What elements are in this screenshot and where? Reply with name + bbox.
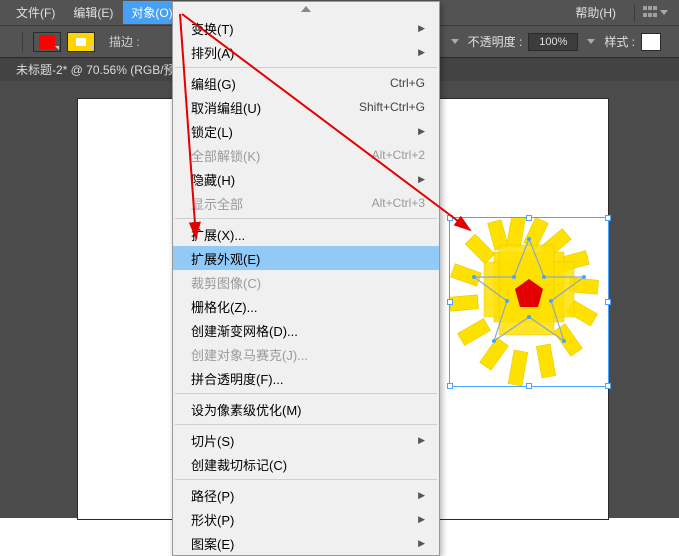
menu-path[interactable]: 路径(P) bbox=[173, 483, 439, 507]
menu-arrange[interactable]: 排列(A) bbox=[173, 40, 439, 64]
fill-swatch[interactable] bbox=[33, 32, 61, 52]
separator bbox=[175, 67, 437, 68]
arrow-up-icon bbox=[301, 6, 311, 12]
workspace-grid-icon[interactable] bbox=[643, 6, 657, 20]
separator bbox=[175, 393, 437, 394]
chevron-down-icon bbox=[660, 10, 668, 15]
menu-help[interactable]: 帮助(H) bbox=[567, 1, 624, 24]
chevron-down-icon[interactable] bbox=[451, 39, 459, 44]
separator bbox=[634, 4, 635, 22]
menu-hide[interactable]: 隐藏(H) bbox=[173, 167, 439, 191]
stroke-swatch[interactable] bbox=[67, 32, 95, 52]
opacity-label: 不透明度 : bbox=[468, 33, 523, 50]
menu-group[interactable]: 编组(G)Ctrl+G bbox=[173, 71, 439, 95]
separator bbox=[175, 424, 437, 425]
menu-scroll-up[interactable] bbox=[173, 2, 439, 16]
menu-transform[interactable]: 变换(T) bbox=[173, 16, 439, 40]
menu-lock[interactable]: 锁定(L) bbox=[173, 119, 439, 143]
separator bbox=[175, 479, 437, 480]
separator bbox=[175, 218, 437, 219]
menu-pixel-perfect[interactable]: 设为像素级优化(M) bbox=[173, 397, 439, 421]
menu-ungroup[interactable]: 取消编组(U)Shift+Ctrl+G bbox=[173, 95, 439, 119]
menu-flatten[interactable]: 拼合透明度(F)... bbox=[173, 366, 439, 390]
menu-edit[interactable]: 编辑(E) bbox=[65, 1, 121, 24]
style-swatch[interactable] bbox=[641, 33, 661, 51]
menu-unlock-all: 全部解锁(K)Alt+Ctrl+2 bbox=[173, 143, 439, 167]
menu-gradient-mesh[interactable]: 创建渐变网格(D)... bbox=[173, 318, 439, 342]
menu-trim-marks[interactable]: 创建裁切标记(C) bbox=[173, 452, 439, 476]
style-label: 样式 : bbox=[604, 33, 635, 50]
menu-rasterize[interactable]: 栅格化(Z)... bbox=[173, 294, 439, 318]
separator bbox=[22, 32, 23, 52]
menu-shape[interactable]: 形状(P) bbox=[173, 507, 439, 531]
menu-mosaic: 创建对象马赛克(J)... bbox=[173, 342, 439, 366]
chevron-down-icon[interactable] bbox=[587, 39, 595, 44]
menu-crop-image: 裁剪图像(C) bbox=[173, 270, 439, 294]
menu-pattern[interactable]: 图案(E) bbox=[173, 531, 439, 555]
menu-file[interactable]: 文件(F) bbox=[8, 1, 63, 24]
menu-show-all: 显示全部Alt+Ctrl+3 bbox=[173, 191, 439, 215]
star-artwork[interactable] bbox=[449, 217, 609, 387]
stroke-label: 描边 : bbox=[109, 33, 140, 50]
menu-expand-appearance[interactable]: 扩展外观(E) bbox=[173, 246, 439, 270]
menu-expand[interactable]: 扩展(X)... bbox=[173, 222, 439, 246]
document-tab[interactable]: 未标题-2* @ 70.56% (RGB/预览) bbox=[8, 57, 200, 82]
object-menu-dropdown: 变换(T) 排列(A) 编组(G)Ctrl+G 取消编组(U)Shift+Ctr… bbox=[172, 1, 440, 556]
opacity-input[interactable] bbox=[528, 33, 578, 51]
menu-slice[interactable]: 切片(S) bbox=[173, 428, 439, 452]
